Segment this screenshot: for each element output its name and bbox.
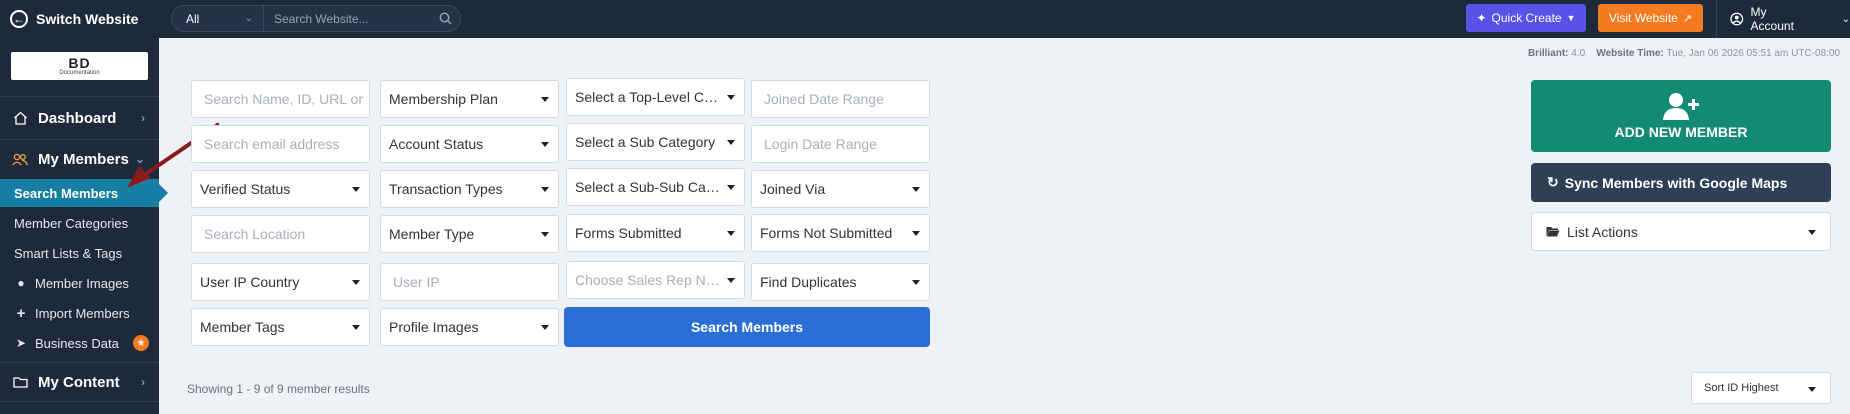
caret-down-icon — [1808, 387, 1816, 392]
top-level-category-select[interactable]: Select a Top-Level Category — [566, 78, 745, 116]
sidebar-item-business-data[interactable]: ➤ Business Data ★ — [0, 329, 159, 357]
sync-google-maps-button[interactable]: ↻ Sync Members with Google Maps — [1531, 163, 1831, 202]
results-count: Showing 1 - 9 of 9 member results — [187, 382, 370, 396]
joined-via-select[interactable]: Joined Via — [751, 170, 930, 208]
top-bar: ← Switch Website All ⌄ Search Website...… — [0, 0, 1850, 38]
divider — [0, 96, 159, 97]
sync-icon: ↻ — [1547, 174, 1559, 190]
caret-down-icon — [912, 231, 920, 236]
switch-website-label: Switch Website — [36, 11, 139, 27]
external-link-icon: ↗ — [1682, 12, 1693, 25]
caret-down-icon — [912, 187, 920, 192]
sidebar-item-smart-lists-tags[interactable]: Smart Lists & Tags — [0, 239, 159, 267]
profile-images-select[interactable]: Profile Images — [380, 308, 559, 346]
user-ip-input[interactable]: User IP — [380, 263, 559, 301]
chevron-down-icon: ⌄ — [1841, 13, 1850, 25]
folder-icon — [12, 374, 28, 390]
logo-text: BD — [68, 54, 91, 71]
member-tags-select[interactable]: Member Tags — [191, 308, 370, 346]
login-date-range-input[interactable]: Login Date Range — [751, 125, 930, 163]
sort-select[interactable]: Sort ID Highest — [1691, 372, 1831, 404]
caret-down-icon — [352, 280, 360, 285]
forms-not-submitted-select[interactable]: Forms Not Submitted — [751, 214, 930, 252]
sidebar-item-my-content[interactable]: My Content › — [0, 366, 159, 398]
sales-rep-select[interactable]: Choose Sales Rep Name — [566, 261, 745, 299]
chevron-down-icon: ⌄ — [244, 13, 253, 24]
search-email-input[interactable]: Search email address — [191, 125, 370, 163]
sparkle-icon: ✦ — [1476, 11, 1487, 25]
star-badge-icon: ★ — [133, 335, 149, 351]
version-info: Brilliant: 4.0 Website Time: Tue, Jan 06… — [1527, 48, 1840, 59]
user-ip-country-select[interactable]: User IP Country — [191, 263, 370, 301]
caret-down-icon — [727, 95, 735, 100]
caret-down-icon — [541, 97, 549, 102]
sub-category-select[interactable]: Select a Sub Category — [566, 123, 745, 161]
caret-down-icon — [727, 278, 735, 283]
caret-down-icon — [352, 325, 360, 330]
caret-down-icon — [727, 140, 735, 145]
forms-submitted-select[interactable]: Forms Submitted — [566, 214, 745, 252]
transaction-types-select[interactable]: Transaction Types — [380, 170, 559, 208]
caret-down-icon — [352, 187, 360, 192]
member-type-select[interactable]: Member Type — [380, 215, 559, 253]
home-icon — [12, 110, 28, 126]
caret-down-icon — [727, 185, 735, 190]
find-duplicates-select[interactable]: Find Duplicates — [751, 263, 930, 301]
chevron-right-icon: › — [141, 375, 145, 389]
divider — [0, 362, 159, 363]
membership-plan-select[interactable]: Membership Plan — [380, 80, 559, 118]
joined-date-range-input[interactable]: Joined Date Range — [751, 80, 930, 118]
plus-icon: + — [16, 304, 26, 322]
quick-create-button[interactable]: ✦ Quick Create ▼ — [1466, 4, 1586, 32]
my-account-menu[interactable]: My Account ⌄ — [1716, 0, 1850, 38]
website-search-input[interactable]: Search Website... — [264, 12, 430, 26]
caret-down-icon — [541, 142, 549, 147]
user-circle-icon: ● — [17, 276, 25, 290]
search-name-input[interactable]: Search Name, ID, URL or — [191, 80, 370, 118]
caret-down-icon — [541, 187, 549, 192]
visit-website-button[interactable]: Visit Website ↗ — [1598, 4, 1703, 32]
sub-sub-category-select[interactable]: Select a Sub-Sub Category — [566, 168, 745, 206]
site-logo[interactable]: BD Documentation — [11, 52, 148, 80]
divider — [0, 401, 159, 402]
chevron-down-icon: ▼ — [1566, 13, 1576, 23]
caret-down-icon — [912, 280, 920, 285]
logo-subtext: Documentation — [59, 69, 100, 76]
list-actions-dropdown[interactable]: List Actions — [1531, 212, 1831, 251]
user-plus-icon — [1663, 93, 1699, 120]
caret-down-icon — [541, 232, 549, 237]
folder-open-icon — [1546, 227, 1560, 237]
add-new-member-button[interactable]: ADD NEW MEMBER — [1531, 80, 1831, 152]
caret-down-icon — [541, 325, 549, 330]
search-scope-select[interactable]: All ⌄ — [172, 6, 264, 31]
sidebar-item-member-categories[interactable]: Member Categories — [0, 209, 159, 237]
switch-website-button[interactable]: ← Switch Website — [0, 0, 160, 38]
verified-status-select[interactable]: Verified Status — [191, 170, 370, 208]
website-search: All ⌄ Search Website... — [171, 5, 461, 32]
sidebar-item-member-images[interactable]: ● Member Images — [0, 269, 159, 297]
search-members-button[interactable]: Search Members — [564, 307, 930, 347]
users-icon — [12, 151, 28, 167]
sidebar: BD Documentation Dashboard › My Members … — [0, 38, 168, 414]
sidebar-item-import-members[interactable]: + Import Members — [0, 299, 159, 327]
arrow-left-circle-icon: ← — [10, 10, 28, 28]
caret-down-icon — [1808, 230, 1816, 235]
account-status-select[interactable]: Account Status — [380, 125, 559, 163]
search-location-input[interactable]: Search Location — [191, 215, 370, 253]
caret-down-icon — [727, 231, 735, 236]
user-circle-icon — [1730, 12, 1744, 26]
search-icon[interactable] — [430, 12, 460, 25]
location-arrow-icon: ➤ — [15, 336, 27, 350]
